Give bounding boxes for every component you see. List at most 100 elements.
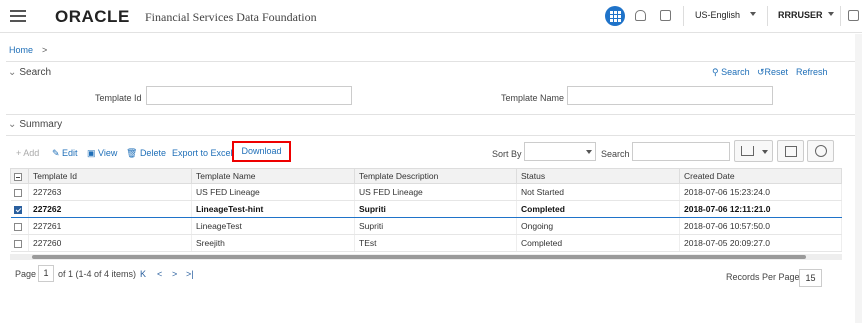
user-caret-icon[interactable]	[828, 12, 834, 16]
chevron-down-icon	[762, 150, 768, 154]
reset-button-label: Reset	[764, 67, 789, 77]
cell-template-description: US FED Lineage	[354, 183, 517, 201]
table-header-row: Template Id Template Name Template Descr…	[10, 168, 842, 184]
document-icon[interactable]	[660, 10, 671, 21]
cell-template-id: 227260	[28, 234, 192, 252]
column-header[interactable]: Template Description	[354, 168, 517, 184]
share-icon	[741, 146, 754, 156]
grid-refresh-button[interactable]	[807, 140, 834, 162]
templates-table: Template Id Template Name Template Descr…	[10, 168, 842, 252]
next-page-button[interactable]: >	[172, 269, 177, 279]
settings-icon[interactable]	[848, 10, 859, 21]
oracle-logo: ORACLE	[55, 7, 130, 26]
cell-created-date: 2018-07-06 12:11:21.0	[679, 200, 842, 218]
row-checkbox[interactable]	[13, 239, 22, 248]
chevron-down-icon: ⌄	[8, 67, 17, 78]
cell-template-id: 227262	[28, 200, 192, 218]
select-all-checkbox-cell[interactable]	[10, 168, 29, 184]
cell-created-date: 2018-07-06 15:23:24.0	[679, 183, 842, 201]
column-settings-button[interactable]	[777, 140, 804, 162]
header-divider	[767, 6, 768, 26]
page-count-text: of 1 (1-4 of 4 items)	[58, 269, 137, 279]
cell-status: Completed	[516, 234, 680, 252]
edit-button-label: Edit	[62, 148, 78, 158]
row-checkbox-cell[interactable]	[10, 200, 29, 218]
divider	[6, 114, 856, 115]
app-grid-icon[interactable]	[605, 6, 625, 26]
cell-template-description: Supriti	[354, 200, 517, 218]
header-divider	[840, 6, 841, 26]
view-button[interactable]: ▣ View	[87, 148, 117, 159]
language-caret-icon[interactable]	[750, 12, 756, 16]
page-label: Page	[15, 269, 37, 279]
template-name-label: Template Name	[501, 93, 565, 103]
sort-by-label: Sort By	[492, 149, 522, 159]
table-row[interactable]: 227261 LineageTest Supriti Ongoing 2018-…	[10, 217, 842, 235]
last-page-button[interactable]: >|	[186, 269, 194, 279]
add-button-label: Add	[23, 148, 40, 158]
search-button-label: Search	[721, 67, 750, 77]
delete-button[interactable]: 🗑 Delete	[126, 148, 166, 159]
search-section-title: Search	[19, 67, 52, 78]
user-menu[interactable]: RRRUSER	[778, 10, 823, 20]
add-button[interactable]: + Add	[16, 148, 39, 158]
export-menu-button[interactable]	[734, 140, 773, 162]
row-checkbox[interactable]	[13, 222, 22, 231]
menu-icon[interactable]	[10, 10, 26, 22]
search-section-toggle[interactable]: ⌄ Search	[8, 67, 51, 78]
delete-button-label: Delete	[139, 148, 166, 158]
row-checkbox-cell[interactable]	[10, 183, 29, 201]
template-id-label: Template Id	[95, 93, 142, 103]
column-header[interactable]: Template Id	[28, 168, 192, 184]
first-page-button[interactable]: K	[140, 269, 146, 279]
row-checkbox[interactable]	[13, 188, 22, 197]
column-header[interactable]: Created Date	[679, 168, 842, 184]
cell-status: Completed	[516, 200, 680, 218]
page-number-input[interactable]: 1	[38, 265, 54, 282]
column-header[interactable]: Template Name	[191, 168, 355, 184]
row-checkbox-cell[interactable]	[10, 234, 29, 252]
cell-template-name: LineageTest	[191, 217, 355, 235]
summary-section-title: Summary	[19, 119, 63, 130]
breadcrumb-home[interactable]: Home	[9, 45, 33, 55]
sort-by-select[interactable]	[524, 142, 596, 161]
select-all-checkbox[interactable]	[14, 172, 22, 181]
edit-button[interactable]: ✎ Edit	[52, 148, 78, 159]
cell-template-name: Sreejith	[191, 234, 355, 252]
summary-section-toggle[interactable]: ⌄ Summary	[8, 119, 62, 130]
header-divider	[683, 6, 684, 26]
cell-status: Not Started	[516, 183, 680, 201]
template-id-input[interactable]	[146, 86, 352, 105]
refresh-settings-icon	[815, 145, 827, 157]
vertical-scrollbar[interactable]	[855, 34, 862, 323]
row-checkbox-cell[interactable]	[10, 217, 29, 235]
divider	[6, 61, 856, 62]
records-per-page-input[interactable]: 15	[799, 269, 822, 287]
cell-template-name: US FED Lineage	[191, 183, 355, 201]
breadcrumb-separator: >	[42, 45, 48, 55]
cell-status: Ongoing	[516, 217, 680, 235]
horizontal-scrollbar[interactable]	[10, 254, 842, 260]
template-name-input[interactable]	[567, 86, 773, 105]
lock-icon[interactable]	[635, 10, 646, 21]
cell-template-name: LineageTest-hint	[191, 200, 355, 218]
row-checkbox[interactable]	[13, 205, 22, 214]
grid-settings-icon	[785, 146, 797, 157]
export-excel-button[interactable]: Export to Excel	[172, 148, 233, 158]
grid-search-input[interactable]	[632, 142, 730, 161]
table-row[interactable]: 227260 Sreejith TEst Completed 2018-07-0…	[10, 234, 842, 252]
cell-created-date: 2018-07-05 20:09:27.0	[679, 234, 842, 252]
table-row[interactable]: 227262 LineageTest-hint Supriti Complete…	[10, 200, 842, 218]
prev-page-button[interactable]: <	[157, 269, 162, 279]
search-button[interactable]: ⚲ Search	[712, 67, 750, 78]
column-header[interactable]: Status	[516, 168, 680, 184]
download-button[interactable]: Download	[232, 141, 291, 162]
scrollbar-thumb[interactable]	[32, 255, 806, 259]
table-row[interactable]: 227263 US FED Lineage US FED Lineage Not…	[10, 183, 842, 201]
cell-template-description: Supriti	[354, 217, 517, 235]
refresh-button[interactable]: Refresh	[796, 67, 828, 77]
divider	[6, 135, 856, 136]
cell-created-date: 2018-07-06 10:57:50.0	[679, 217, 842, 235]
reset-button[interactable]: ↺Reset	[757, 67, 788, 78]
language-selector[interactable]: US-English	[695, 10, 740, 20]
